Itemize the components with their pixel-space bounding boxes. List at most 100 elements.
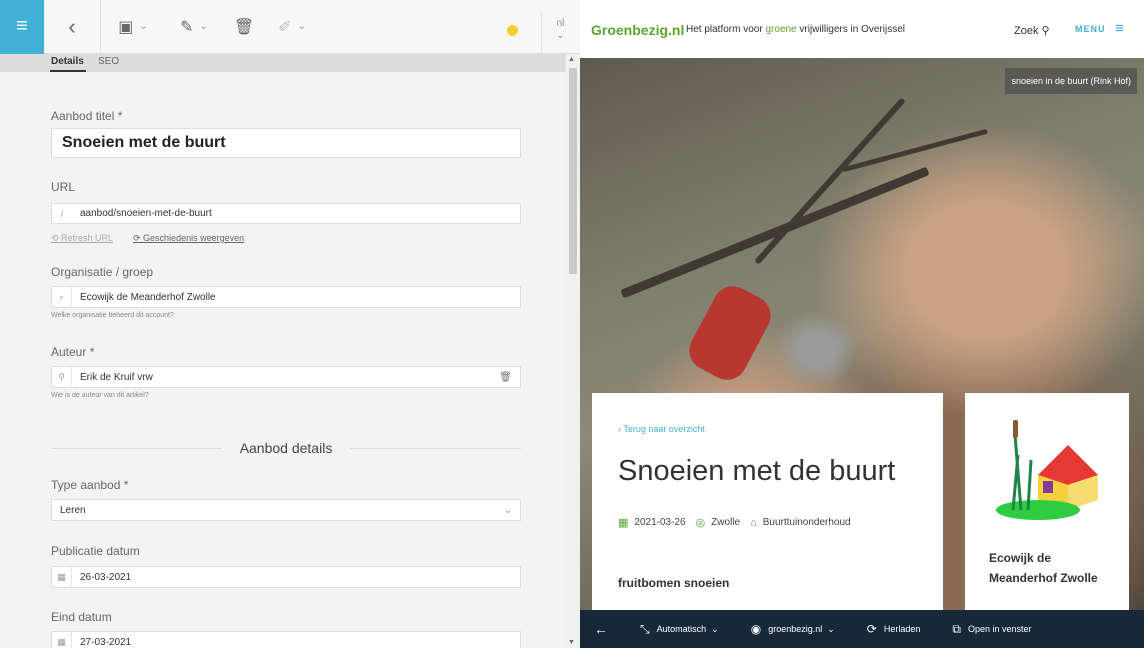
hamburger-icon[interactable]: ≡	[1115, 20, 1124, 37]
type-label: Type aanbod *	[51, 478, 129, 492]
chevron-down-icon: ⌄	[297, 21, 306, 32]
resize-icon: ⤡	[640, 621, 650, 636]
tagline-highlight: groene	[765, 24, 797, 35]
history-icon: ⟳	[133, 233, 144, 243]
back-arrow-icon: ‹	[68, 13, 76, 39]
type-value: Leren	[60, 504, 86, 516]
trash-icon: 🗑	[233, 18, 255, 36]
organisation-search-input[interactable]: ⌕ Ecowijk de Meanderhof Zwolle	[51, 286, 521, 308]
pruning-shears-shape	[682, 279, 778, 387]
scroll-thumb[interactable]	[569, 68, 577, 274]
editor-toolbar: ≡ ‹ ▣ ⌄ ✎ ⌄ 🗑 ✐ ⌄	[0, 0, 580, 54]
site-selector[interactable]: ◉ groenbezig.nl ⌄	[735, 622, 851, 636]
refresh-url-link[interactable]: ⟲ Refresh URL	[51, 233, 113, 244]
branch-shape	[841, 128, 989, 173]
open-in-window-button[interactable]: ⧉ Open in venster	[936, 622, 1047, 637]
reload-button[interactable]: ⟳ Herladen	[851, 622, 937, 636]
image-caption: snoeien in de buurt (Rink Hof)	[1005, 68, 1137, 94]
search-icon: ⚲	[1041, 25, 1050, 37]
article-meta: ▦ 2021-03-26 ◎ Zwolle ⌂ Buurttuinonderhoud	[618, 516, 861, 530]
author-hint: Wie is de auteur van dit artikel?	[51, 392, 149, 399]
section-heading: Aanbod details	[51, 438, 522, 458]
pencil-icon: ✐	[278, 18, 292, 36]
organisation-hint: Welke organisatie beheerd dit account?	[51, 312, 174, 319]
scroll-up-icon[interactable]: ▲	[568, 56, 575, 63]
brush-icon: ✎	[180, 18, 194, 36]
chevron-down-icon: ⌄	[199, 21, 208, 32]
title-label: Aanbod titel *	[51, 109, 123, 123]
site-preview: Groenbezig.nl Het platform voor groene v…	[580, 0, 1144, 648]
title-input[interactable]: Snoeien met de buurt	[51, 128, 521, 158]
refresh-icon: ⟲	[51, 233, 62, 243]
style-button[interactable]: ✎ ⌄	[165, 0, 223, 54]
chevron-down-icon: ⌄	[503, 504, 512, 516]
refresh-url-text: Refresh URL	[61, 233, 114, 243]
tagline-text: Het platform voor	[686, 24, 766, 35]
device-mode-selector[interactable]: ⤡ Automatisch ⌄	[624, 622, 735, 637]
open-window-label: Open in venster	[967, 624, 1032, 634]
cms-editor-panel: ≡ ‹ ▣ ⌄ ✎ ⌄ 🗑 ✐ ⌄ nl ⌄ Details SEO Aanbod t…	[0, 0, 580, 648]
tagline-text: vrijwilligers in Overijssel	[796, 24, 905, 35]
end-date-label: Eind datum	[51, 610, 112, 624]
author-value: Erik de Kruif vrw	[80, 371, 153, 383]
article-card: ‹ Terug naar overzicht Snoeien met de bu…	[592, 393, 943, 623]
article-title: Snoeien met de buurt	[618, 455, 896, 487]
tab-seo[interactable]: SEO	[98, 56, 119, 67]
hamburger-menu-button[interactable]: ≡	[0, 0, 44, 54]
site-logo[interactable]: Groenbezig.nl	[591, 22, 684, 38]
branch-shape	[754, 97, 906, 265]
globe-icon: ◉	[750, 622, 762, 636]
delete-button[interactable]: 🗑	[223, 0, 265, 54]
publication-date-input[interactable]: ▦ 26-03-2021	[51, 566, 521, 588]
article-date: 2021-03-26	[634, 517, 686, 528]
section-title: Aanbod details	[239, 440, 333, 456]
history-link[interactable]: ⟳ Geschiedenis weergeven	[133, 233, 244, 244]
organisation-name[interactable]: Ecowijk de Meanderhof Zwolle	[989, 548, 1109, 588]
search-label: Zoek	[1014, 25, 1039, 37]
edit-button[interactable]: ✐ ⌄	[265, 0, 319, 54]
end-date-value: 27-03-2021	[80, 636, 132, 648]
article-subheading: fruitbomen snoeien	[618, 576, 730, 590]
organisation-label: Organisatie / groep	[51, 265, 154, 279]
location-icon: ◎	[695, 517, 706, 529]
organisation-value: Ecowijk de Meanderhof Zwolle	[80, 291, 216, 303]
url-label: URL	[51, 180, 76, 194]
author-input[interactable]: ⚲ Erik de Kruif vrw 🗑	[51, 366, 521, 388]
back-button[interactable]: ‹	[44, 0, 100, 54]
scroll-down-icon[interactable]: ▼	[568, 639, 575, 646]
language-selector[interactable]: nl ⌄	[541, 12, 579, 54]
article-category: Buurttuinonderhoud	[762, 517, 851, 528]
save-button[interactable]: ▣ ⌄	[101, 0, 165, 54]
search-icon: ⌕	[52, 287, 72, 307]
publication-date-label: Publicatie datum	[51, 544, 140, 558]
external-link-icon: ⧉	[952, 621, 961, 636]
url-input[interactable]: / aanbod/snoeien-met-de-buurt	[51, 203, 521, 224]
tab-bar: Details SEO	[0, 54, 566, 72]
site-header: Groenbezig.nl Het platform voor groene v…	[580, 0, 1144, 58]
menu-icon: ≡	[16, 15, 28, 37]
arrow-left-icon: ←	[594, 621, 608, 637]
site-menu-label[interactable]: MENU	[1075, 24, 1106, 34]
trash-icon[interactable]: 🗑	[499, 372, 512, 383]
organisation-card: Ecowijk de Meanderhof Zwolle	[965, 393, 1129, 623]
end-date-input[interactable]: ▦ 27-03-2021	[51, 631, 521, 648]
search-link[interactable]: Zoek ⚲	[1014, 24, 1050, 37]
form-scrollbar[interactable]: ▲ ▼	[566, 54, 580, 648]
divider	[51, 447, 222, 449]
chevron-down-icon: ⌄	[139, 21, 148, 32]
chevron-down-icon: ⌄	[827, 623, 835, 634]
author-label: Auteur *	[51, 345, 95, 359]
chevron-down-icon: ⌄	[711, 623, 719, 634]
preview-bottom-bar: ← ⤡ Automatisch ⌄ ◉ groenbezig.nl ⌄ ⟳ Herla…	[580, 610, 1144, 648]
site-tagline: Het platform voor groene vrijwilligers i…	[686, 24, 905, 35]
type-select[interactable]: Leren ⌄	[51, 499, 521, 521]
publication-date-value: 26-03-2021	[80, 571, 132, 583]
user-icon: ⚲	[52, 367, 72, 387]
reload-icon: ⟳	[866, 622, 877, 636]
site-label: groenbezig.nl	[768, 624, 823, 634]
details-form: Aanbod titel * Snoeien met de buurt URL …	[0, 72, 566, 648]
back-to-overview-link[interactable]: ‹ Terug naar overzicht	[618, 424, 705, 434]
tag-icon: ⌂	[750, 516, 757, 529]
back-arrow-button[interactable]: ←	[580, 621, 624, 637]
tab-details[interactable]: Details	[51, 56, 84, 67]
